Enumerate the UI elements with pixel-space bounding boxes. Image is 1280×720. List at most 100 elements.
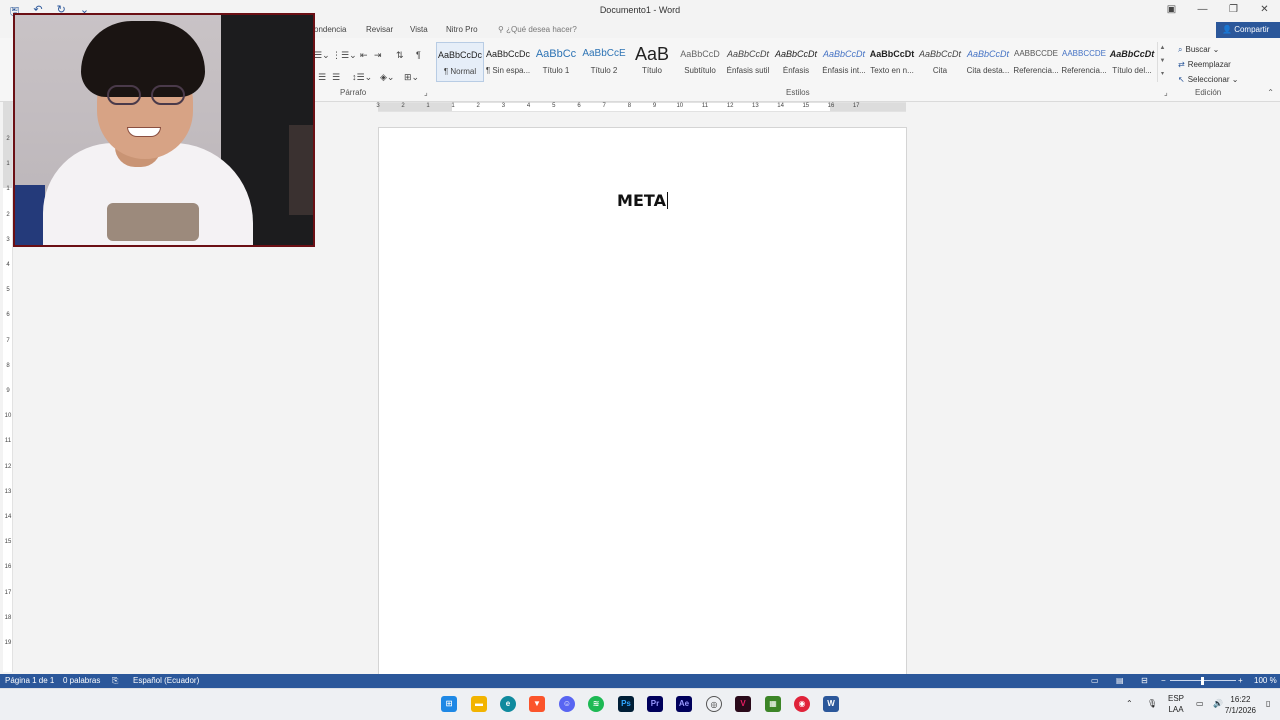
collapse-ribbon-icon[interactable]: ⌃ <box>1267 88 1274 97</box>
print-layout-icon[interactable]: ▤ <box>1116 676 1124 685</box>
vertical-ruler[interactable]: 2 1 1 2 3 4 5 6 7 8 9 10 11 12 13 14 15 16 17 18 19 <box>3 102 13 672</box>
word-taskbar-icon[interactable]: W <box>823 696 839 712</box>
style-item[interactable]: AaBbCcDc ¶ Sin espa... <box>484 42 532 82</box>
language-switcher[interactable]: ESP LAA <box>1168 693 1184 715</box>
style-item[interactable]: AABBCCDE Referencia... <box>1060 42 1108 82</box>
style-name: ¶ Sin espa... <box>485 66 531 75</box>
increase-indent-icon[interactable]: ⇥ <box>374 50 382 61</box>
file-explorer-icon[interactable]: ▬ <box>471 696 487 712</box>
edge-icon[interactable]: e <box>500 696 516 712</box>
photoshop-icon[interactable]: Ps <box>618 696 634 712</box>
zoom-out-button[interactable]: − <box>1161 676 1166 685</box>
obs-icon[interactable]: ◉ <box>794 696 810 712</box>
scroll-up-icon[interactable]: ▲ <box>1158 42 1167 55</box>
ruler-number: 16 <box>827 103 835 109</box>
select-button[interactable]: ↖ Seleccionar ⌄ <box>1178 72 1238 87</box>
document-page[interactable]: META <box>378 127 907 677</box>
style-item[interactable]: AaBbCcDt Cita desta... <box>964 42 1012 82</box>
zoom-slider-thumb[interactable] <box>1201 677 1204 685</box>
windows-start-icon[interactable]: ⊞ <box>441 696 457 712</box>
ruler-number: 6 <box>577 103 581 109</box>
styles-launcher-icon[interactable]: ⌟ <box>1164 88 1168 97</box>
restore-button[interactable]: ❐ <box>1218 0 1249 22</box>
style-item[interactable]: AaBbCcDt Título del... <box>1108 42 1156 82</box>
shading-icon[interactable]: ◈⌄ <box>380 72 394 83</box>
share-button[interactable]: 👤 Compartir <box>1216 22 1280 38</box>
volume-icon[interactable]: 🔊 <box>1213 698 1223 709</box>
style-name: Título 1 <box>542 66 570 75</box>
styles-scroll[interactable]: ▲ ▼ ▾ <box>1157 42 1167 82</box>
ruler-number: 2 <box>476 103 480 109</box>
decrease-indent-icon[interactable]: ⇤ <box>360 50 368 61</box>
word-window: 🖫 ↶ ↻ ⌄ Documento1 - Word ▣ — ❐ ✕ ondenc… <box>0 0 1280 720</box>
bullets-icon[interactable]: ⋮☰⌄ <box>332 50 357 61</box>
word-count[interactable]: 0 palabras <box>63 676 100 685</box>
style-item[interactable]: AaBbCc Título 1 <box>532 42 580 82</box>
minecraft-icon[interactable]: ▦ <box>765 696 781 712</box>
vegas-icon[interactable]: V <box>735 696 751 712</box>
brave-icon[interactable]: ▼ <box>529 696 545 712</box>
ruler-number: 1 <box>451 103 455 109</box>
network-icon[interactable]: ▭ <box>1196 698 1204 709</box>
ruler-number: 15 <box>802 103 810 109</box>
document-body[interactable]: META <box>379 191 906 210</box>
close-button[interactable]: ✕ <box>1249 0 1280 22</box>
spotify-icon[interactable]: ≋ <box>588 696 604 712</box>
language-indicator[interactable]: Español (Ecuador) <box>133 676 199 685</box>
style-item[interactable]: AaB Título <box>628 42 676 82</box>
ruler-number: 10 <box>4 413 12 420</box>
horizontal-ruler[interactable]: 3 2 1 1 2 3 4 5 6 7 8 9 10 11 12 13 14 15 16 17 <box>376 102 906 112</box>
chrome-icon[interactable]: ◎ <box>706 696 722 712</box>
show-marks-icon[interactable]: ¶ <box>416 50 421 60</box>
find-label: Buscar <box>1185 45 1211 54</box>
notifications-icon[interactable]: ▯ <box>1266 698 1270 709</box>
style-item[interactable]: AaBbCcDc ¶ Normal <box>436 42 484 82</box>
tab-nitro-pro[interactable]: Nitro Pro <box>446 25 478 34</box>
ribbon-display-icon[interactable]: ▣ <box>1156 0 1187 22</box>
find-button[interactable]: ⌕ Buscar ⌄ <box>1178 42 1238 57</box>
minimize-button[interactable]: — <box>1187 0 1218 22</box>
scroll-down-icon[interactable]: ▼ <box>1158 55 1167 68</box>
line-spacing-icon[interactable]: ↕☰⌄ <box>352 72 372 83</box>
borders-icon[interactable]: ⊞⌄ <box>404 72 419 83</box>
tab-vista[interactable]: Vista <box>410 25 428 34</box>
justify-icon[interactable]: ☰ <box>332 72 340 83</box>
premiere-icon[interactable]: Pr <box>647 696 663 712</box>
after-effects-icon[interactable]: Ae <box>676 696 692 712</box>
style-name: Título del... <box>1112 66 1152 75</box>
style-name: Énfasis int... <box>822 66 866 75</box>
style-item[interactable]: AABBCCDE Referencia... <box>1012 42 1060 82</box>
style-item[interactable]: AaBbCcDt Texto en n... <box>868 42 916 82</box>
proofing-icon[interactable]: ⎘ <box>112 676 118 686</box>
style-item[interactable]: AaBbCcDt Cita <box>916 42 964 82</box>
tab-correspondencia[interactable]: ondencia <box>314 25 346 34</box>
style-item[interactable]: AaBbCcE Título 2 <box>580 42 628 82</box>
zoom-in-button[interactable]: + <box>1238 676 1243 685</box>
align-right-icon[interactable]: ☰ <box>318 72 326 83</box>
read-mode-icon[interactable]: ▭ <box>1091 676 1099 685</box>
tray-overflow-icon[interactable]: ⌃ <box>1126 698 1133 709</box>
style-item[interactable]: AaBbCcD Subtítulo <box>676 42 724 82</box>
lightbulb-icon: ⚲ <box>498 25 504 34</box>
style-item[interactable]: AaBbCcDt Énfasis <box>772 42 820 82</box>
style-name: Referencia... <box>1061 66 1107 75</box>
more-styles-icon[interactable]: ▾ <box>1158 68 1167 81</box>
microphone-icon[interactable]: 🎙 <box>1147 698 1157 709</box>
replace-button[interactable]: ⇄ Reemplazar <box>1178 57 1238 72</box>
webcam-glasses <box>107 85 191 107</box>
web-layout-icon[interactable]: ⊟ <box>1141 676 1148 685</box>
system-clock[interactable]: 16:22 7/1/2026 <box>1225 694 1256 716</box>
sort-icon[interactable]: ⇅ <box>396 50 404 61</box>
zoom-level[interactable]: 100 % <box>1254 676 1277 685</box>
ruler-number: 4 <box>526 103 531 109</box>
discord-icon[interactable]: ☺ <box>559 696 575 712</box>
paragraph-launcher-icon[interactable]: ⌟ <box>424 88 428 97</box>
style-item[interactable]: AaBbCcDt Énfasis int... <box>820 42 868 82</box>
right-margin-shade <box>830 103 906 111</box>
tab-revisar[interactable]: Revisar <box>366 25 393 34</box>
style-item[interactable]: AaBbCcDt Énfasis sutil <box>724 42 772 82</box>
webcam-shelf <box>289 125 313 215</box>
page-count[interactable]: Página 1 de 1 <box>5 676 54 685</box>
multilevel-list-icon[interactable]: ☰⌄ <box>314 50 330 61</box>
tell-me-search[interactable]: ⚲ ¿Qué desea hacer? <box>498 25 577 34</box>
